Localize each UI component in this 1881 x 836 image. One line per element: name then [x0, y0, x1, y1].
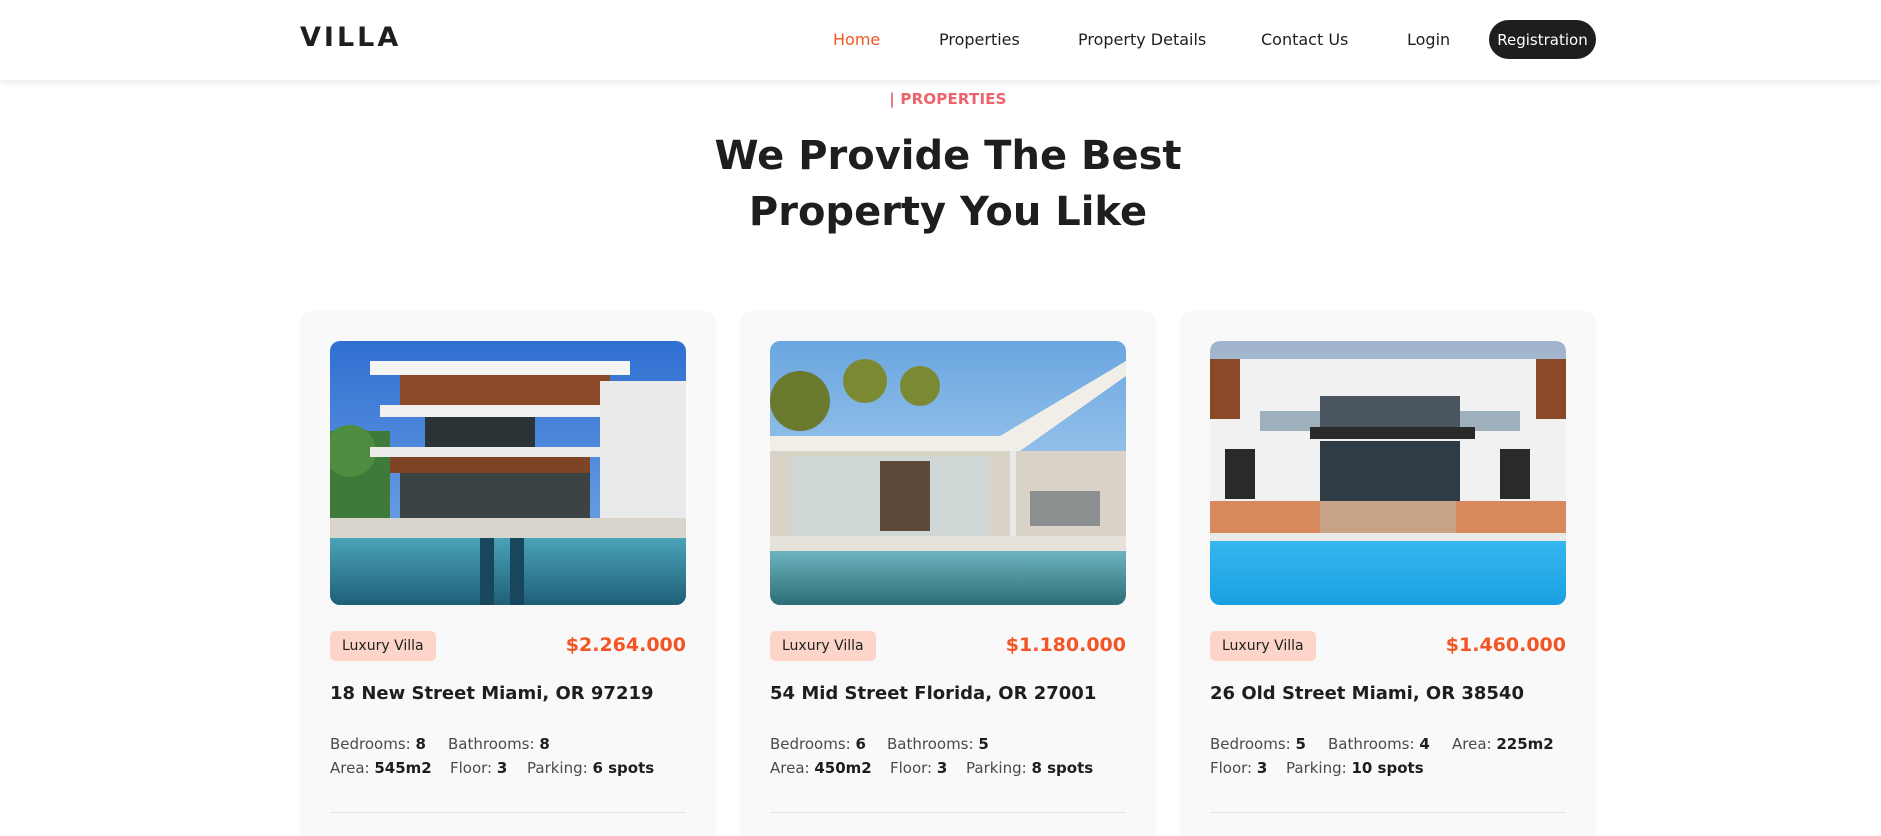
property-card: Luxury Villa $2.264.000 18 New Street Mi…	[300, 311, 716, 836]
spec-bedrooms: Bedrooms: 5	[1210, 735, 1306, 753]
property-type-tag[interactable]: Luxury Villa	[1210, 631, 1316, 661]
card-divider	[330, 812, 686, 813]
registration-button[interactable]: Registration	[1489, 20, 1596, 59]
property-price: $1.460.000	[1445, 634, 1566, 656]
spec-bathrooms: Bathrooms: 8	[448, 735, 550, 753]
property-address[interactable]: 18 New Street Miami, OR 97219	[330, 683, 654, 704]
site-logo[interactable]: VILLA	[300, 22, 401, 53]
property-type-tag[interactable]: Luxury Villa	[330, 631, 436, 661]
villa-photo-3	[1210, 341, 1566, 605]
section-title: We Provide The Best Property You Like	[0, 128, 1881, 240]
section-title-line1: We Provide The Best	[714, 133, 1182, 179]
spec-area: Area: 545m2	[330, 759, 432, 777]
spec-floor: Floor: 3	[890, 759, 948, 777]
spec-bathrooms: Bathrooms: 5	[887, 735, 989, 753]
villa-photo-1	[330, 341, 686, 605]
section-title-line2: Property You Like	[748, 189, 1148, 235]
card-divider	[1210, 812, 1566, 813]
nav-login[interactable]: Login	[1407, 30, 1450, 49]
spec-parking: Parking: 8 spots	[966, 759, 1094, 777]
section-eyebrow: | PROPERTIES	[889, 90, 1007, 108]
property-card: Luxury Villa $1.180.000 54 Mid Street Fl…	[740, 311, 1156, 836]
property-address[interactable]: 54 Mid Street Florida, OR 27001	[770, 683, 1096, 704]
spec-area: Area: 225m2	[1452, 735, 1554, 753]
spec-parking: Parking: 10 spots	[1286, 759, 1424, 777]
spec-floor: Floor: 3	[450, 759, 508, 777]
site-header: VILLA Home Properties Property Details C…	[0, 0, 1881, 80]
property-type-tag[interactable]: Luxury Villa	[770, 631, 876, 661]
property-photo[interactable]	[330, 341, 686, 605]
villa-photo-2	[770, 341, 1126, 605]
nav-contact-us[interactable]: Contact Us	[1261, 30, 1348, 49]
spec-area: Area: 450m2	[770, 759, 872, 777]
spec-bedrooms: Bedrooms: 6	[770, 735, 866, 753]
property-address[interactable]: 26 Old Street Miami, OR 38540	[1210, 683, 1524, 704]
spec-parking: Parking: 6 spots	[527, 759, 655, 777]
nav-property-details[interactable]: Property Details	[1078, 30, 1206, 49]
property-photo[interactable]	[1210, 341, 1566, 605]
nav-properties[interactable]: Properties	[939, 30, 1020, 49]
property-photo[interactable]	[770, 341, 1126, 605]
property-price: $2.264.000	[565, 634, 686, 656]
property-card: Luxury Villa $1.460.000 26 Old Street Mi…	[1180, 311, 1596, 836]
nav-home[interactable]: Home	[833, 30, 880, 49]
property-price: $1.180.000	[1005, 634, 1126, 656]
spec-bathrooms: Bathrooms: 4	[1328, 735, 1430, 753]
card-divider	[770, 812, 1126, 813]
spec-bedrooms: Bedrooms: 8	[330, 735, 426, 753]
spec-floor: Floor: 3	[1210, 759, 1268, 777]
